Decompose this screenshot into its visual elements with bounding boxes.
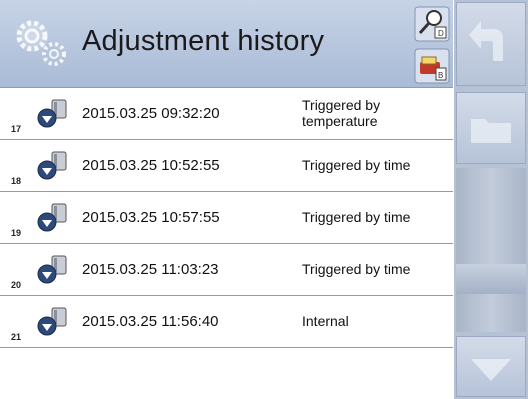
arrow-down-icon [471, 359, 511, 381]
row-reason: Internal [302, 313, 349, 329]
svg-text:B: B [438, 71, 443, 80]
list-item[interactable]: 19 2015.03.25 10:57:55 Triggered by time [0, 192, 453, 244]
page-title: Adjustment history [82, 25, 325, 57]
list-item[interactable]: 18 2015.03.25 10:52:55 Triggered by time [0, 140, 453, 192]
row-reason: Triggered by temperature [302, 97, 381, 129]
scrollbar-thumb[interactable] [456, 264, 526, 294]
weight-icon [37, 307, 67, 336]
weight-icon [37, 99, 67, 128]
weight-icon [37, 151, 67, 180]
header-bar: Adjustment history D B [0, 0, 453, 88]
list-item[interactable]: 20 2015.03.25 11:03:23 Triggered by time [0, 244, 453, 296]
screen: Adjustment history D B 17 2015.03.25 09:… [0, 0, 528, 399]
svg-text:D: D [438, 29, 444, 38]
list-item[interactable]: 17 2015.03.25 09:32:20 Triggered by temp… [0, 88, 453, 140]
row-date: 2015.03.25 11:56:40 [82, 313, 219, 330]
weight-icon [37, 203, 67, 232]
row-reason: Triggered by time [302, 209, 411, 225]
row-date: 2015.03.25 10:52:55 [82, 157, 220, 174]
gear-icon [16, 20, 66, 66]
row-number: 17 [11, 124, 22, 134]
scrollbar-track[interactable] [456, 168, 526, 332]
scroll-down-button[interactable] [456, 336, 526, 397]
row-reason: Triggered by time [302, 157, 411, 173]
history-list: 17 2015.03.25 09:32:20 Triggered by temp… [0, 88, 453, 348]
magnifier-icon[interactable]: D [414, 6, 450, 42]
row-number: 19 [11, 228, 22, 238]
row-date: 2015.03.25 11:03:23 [82, 261, 219, 278]
list-item[interactable]: 21 2015.03.25 11:56:40 Internal [0, 296, 453, 348]
side-toolbar [454, 0, 528, 399]
back-button[interactable] [456, 2, 526, 86]
folder-icon [471, 119, 511, 143]
row-number: 20 [11, 280, 22, 290]
folder-button[interactable] [456, 92, 526, 164]
export-icon[interactable]: B [414, 48, 450, 84]
row-date: 2015.03.25 10:57:55 [82, 209, 220, 226]
back-arrow-icon [469, 21, 503, 61]
row-date: 2015.03.25 09:32:20 [82, 105, 220, 122]
row-reason: Triggered by time [302, 261, 411, 277]
row-number: 21 [11, 332, 22, 342]
row-number: 18 [11, 176, 22, 186]
weight-icon [37, 255, 67, 284]
